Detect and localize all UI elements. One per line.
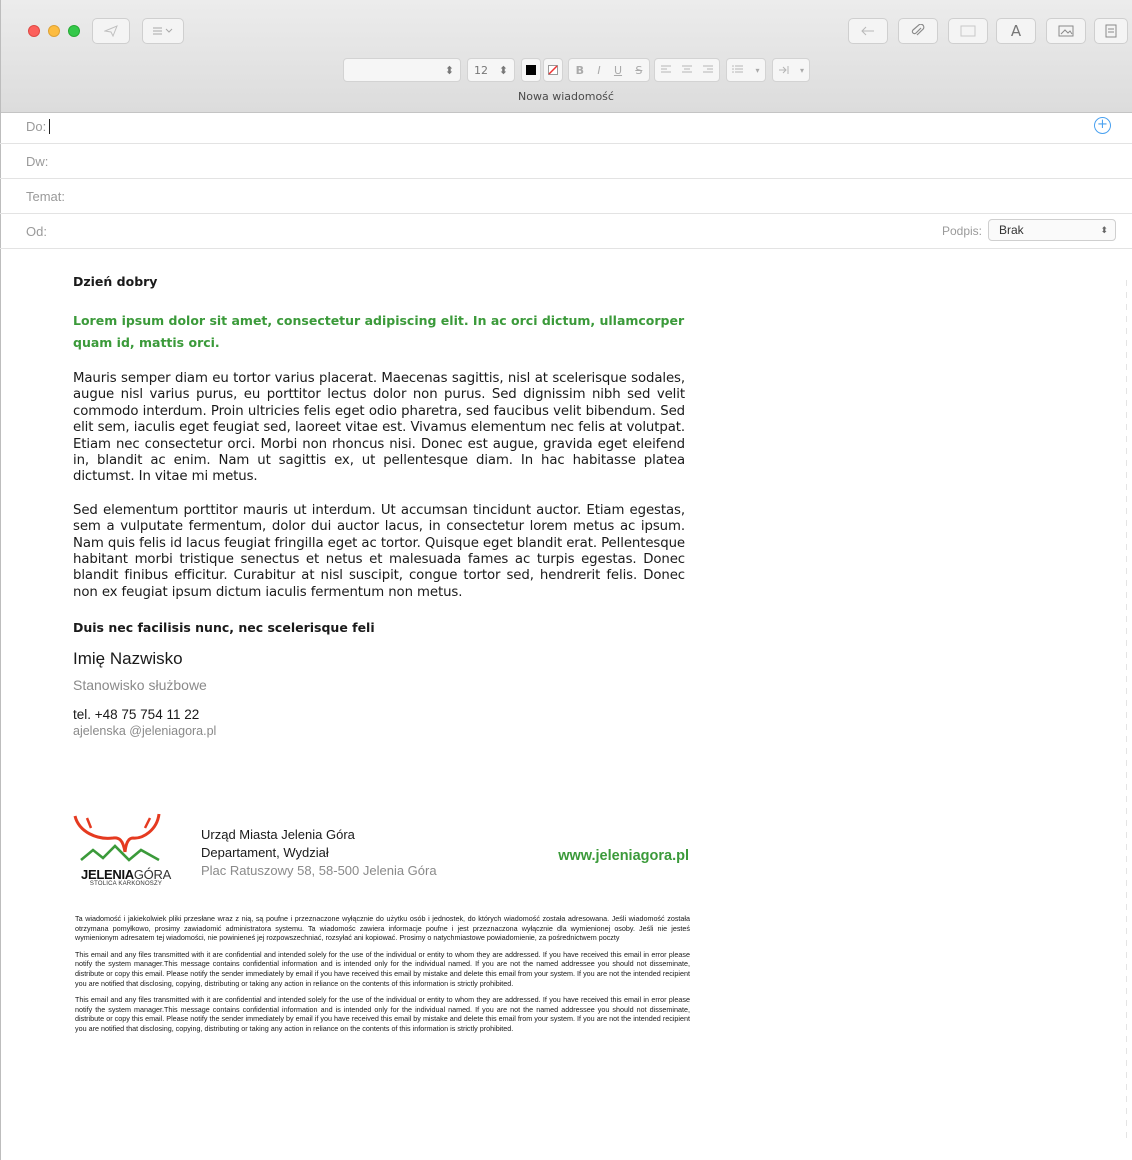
font-family-select[interactable]: ⬍ — [343, 58, 461, 82]
minimize-window-button[interactable] — [48, 25, 60, 37]
list-chevron-icon — [153, 27, 173, 35]
signature-value: Brak — [999, 223, 1024, 237]
background-color-button[interactable] — [543, 58, 563, 82]
zoom-window-button[interactable] — [68, 25, 80, 37]
reply-arrow-icon — [861, 26, 874, 36]
to-label: Do: — [26, 118, 47, 134]
indent-menu-button[interactable]: ▾ — [772, 58, 810, 82]
template-button[interactable] — [1094, 18, 1128, 44]
chevron-down-icon: ▾ — [755, 65, 760, 75]
cc-label: Dw: — [26, 153, 49, 169]
subject-label: Temat: — [26, 188, 66, 204]
italic-button[interactable]: I — [597, 64, 600, 77]
photo-browser-button[interactable] — [1046, 18, 1086, 44]
logo-main-text: JELENIAGÓRA — [78, 867, 174, 882]
format-bar: ⬍ 12 ⬍ B I U S ▾ ▾ — [0, 58, 1132, 84]
closing-line: Duis nec facilisis nunc, nec scelerisque… — [73, 620, 375, 636]
stepper-arrows-icon: ⬍ — [1100, 225, 1108, 235]
strikethrough-button[interactable]: S — [635, 64, 642, 77]
organization-name: Urząd Miasta Jelenia Góra — [201, 827, 355, 842]
alignment-group — [654, 58, 720, 82]
organization-department: Departament, Wydział — [201, 845, 329, 860]
font-size-select[interactable]: 12 ⬍ — [467, 58, 515, 82]
document-icon — [1105, 24, 1117, 38]
paperclip-icon — [911, 24, 925, 36]
stepper-arrows-icon: ⬍ — [444, 63, 454, 77]
indent-icon — [778, 66, 789, 74]
underline-button[interactable]: U — [614, 64, 622, 77]
subject-field-row[interactable]: Temat: — [0, 179, 1132, 214]
fonts-button[interactable]: A — [996, 18, 1036, 44]
organization-footer: JELENIAGÓRA STOLICA KARKONOSZY Urząd Mia… — [73, 810, 693, 900]
signature-select[interactable]: Brak ⬍ — [988, 219, 1116, 241]
add-contact-icon[interactable]: + — [1094, 117, 1111, 134]
reply-button[interactable] — [848, 18, 888, 44]
logo-main-bold: JELENIA — [81, 867, 134, 882]
to-field-row[interactable]: Do: + — [0, 109, 1132, 144]
send-button[interactable] — [92, 18, 130, 44]
logo-subtitle: STOLICA KARKONOSZY — [89, 881, 163, 887]
city-logo: JELENIAGÓRA STOLICA KARKONOSZY — [73, 810, 173, 894]
logo-wordmark: JELENIAGÓRA STOLICA KARKONOSZY — [78, 867, 174, 887]
attach-button[interactable] — [898, 18, 938, 44]
disclaimer-paragraph: Ta wiadomość i jakiekolwiek pliki przesł… — [75, 914, 690, 943]
from-label: Od: — [26, 223, 47, 239]
format-box-icon — [960, 25, 976, 37]
antlers-mountains-icon — [73, 813, 161, 862]
signature-phone: tel. +48 75 754 11 22 — [73, 707, 200, 723]
close-window-button[interactable] — [28, 25, 40, 37]
align-right-icon[interactable] — [702, 65, 714, 75]
disclaimer-paragraph: This email and any files transmitted wit… — [75, 995, 690, 1033]
no-color-icon — [548, 65, 558, 75]
photo-icon — [1058, 25, 1074, 37]
chevron-down-icon: ▾ — [799, 65, 804, 75]
body-paragraph: Sed elementum porttitor mauris ut interd… — [73, 502, 685, 600]
title-bar: A ⬍ 12 ⬍ B I U S ▾ ▾ Nowa wiadomość — [0, 0, 1132, 113]
list-icon — [732, 65, 744, 73]
color-swatch — [526, 65, 536, 75]
letter-a-icon: A — [1010, 22, 1022, 40]
font-size-value: 12 — [474, 63, 488, 77]
stepper-arrows-icon: ⬍ — [498, 63, 508, 77]
logo-main-thin: GÓRA — [133, 867, 171, 882]
lead-paragraph: Lorem ipsum dolor sit amet, consectetur … — [73, 313, 685, 350]
organization-website-link[interactable]: www.jeleniagora.pl — [558, 848, 689, 864]
show-format-bar-button[interactable] — [948, 18, 988, 44]
list-menu-button[interactable]: ▾ — [726, 58, 766, 82]
align-center-icon[interactable] — [681, 65, 693, 75]
signature-name: Imię Nazwisko — [73, 649, 183, 669]
window-title: Nowa wiadomość — [518, 90, 614, 103]
cc-field-row[interactable]: Dw: — [0, 144, 1132, 179]
align-left-icon[interactable] — [660, 65, 672, 75]
organization-details: Urząd Miasta Jelenia Góra Departament, W… — [201, 826, 437, 880]
text-color-button[interactable] — [521, 58, 541, 82]
text-style-group: B I U S — [568, 58, 650, 82]
organization-address: Plac Ratuszowy 58, 58-500 Jelenia Góra — [201, 863, 437, 878]
bold-button[interactable]: B — [576, 64, 584, 77]
disclaimer-paragraph: This email and any files transmitted wit… — [75, 949, 690, 988]
from-field-row[interactable]: Od: Podpis: Brak ⬍ — [0, 214, 1132, 249]
header-fields-button[interactable] — [142, 18, 184, 44]
signature-position: Stanowisko służbowe — [73, 677, 207, 694]
text-cursor — [49, 118, 51, 134]
body-paragraph: Mauris semper diam eu tortor varius plac… — [73, 371, 685, 485]
signature-label: Podpis: — [941, 224, 982, 238]
paper-plane-icon — [104, 25, 118, 37]
page-edge-guide — [1126, 280, 1127, 1140]
signature-email[interactable]: ajelenska @jeleniagora.pl — [73, 724, 685, 738]
message-body[interactable]: Dzień dobry Lorem ipsum dolor sit amet, … — [73, 268, 685, 738]
greeting: Dzień dobry — [73, 274, 158, 289]
disclaimer: Ta wiadomość i jakiekolwiek pliki przesł… — [75, 914, 690, 1041]
